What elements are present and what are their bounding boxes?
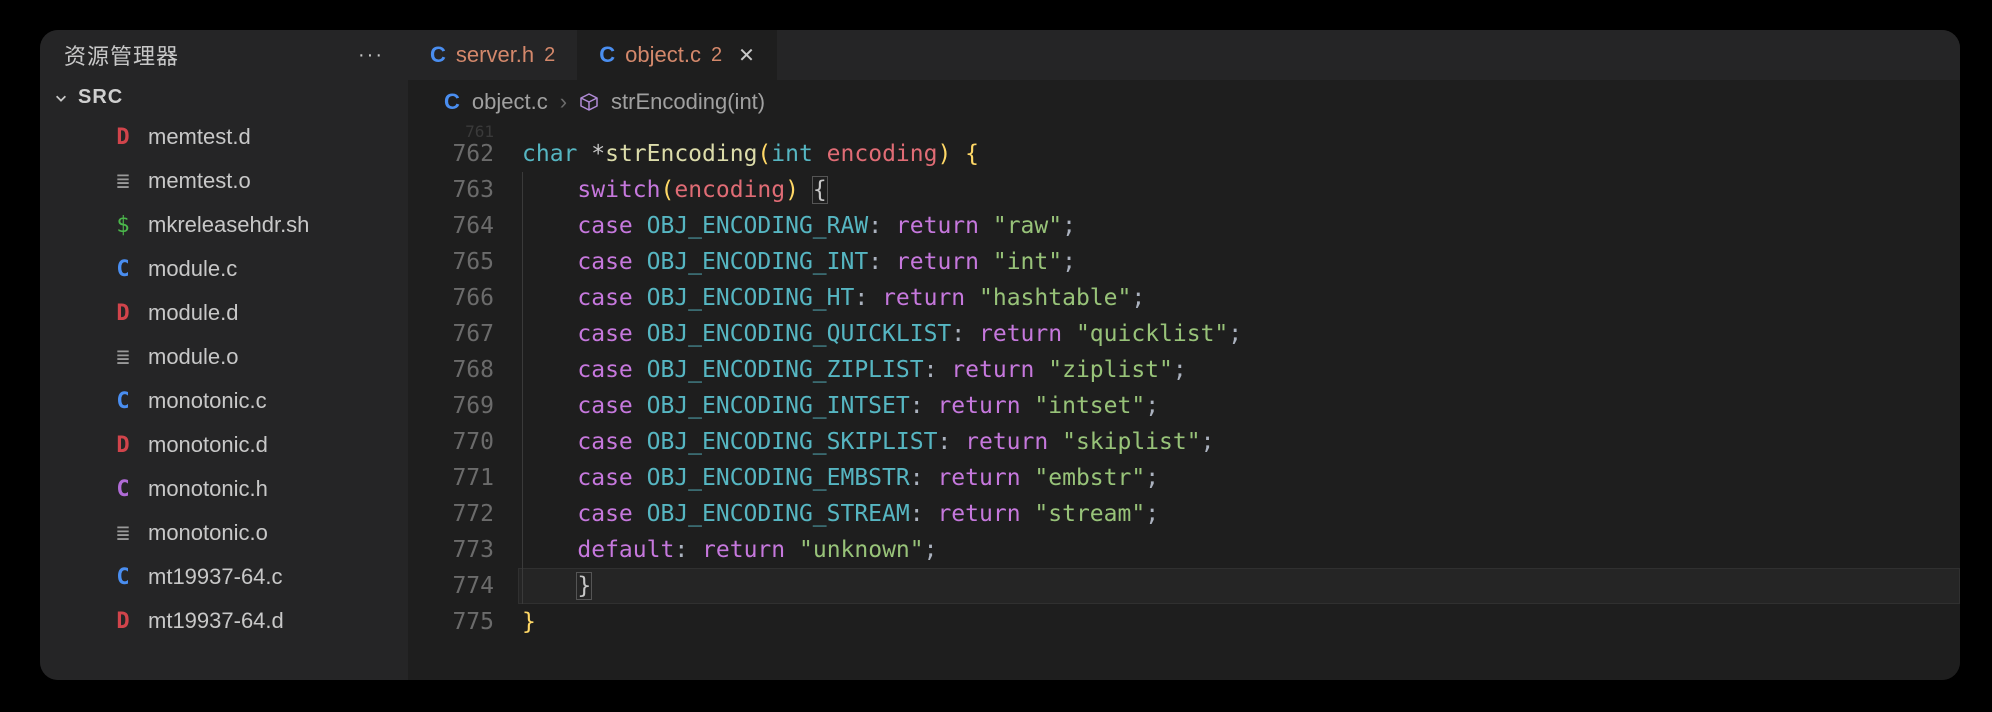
line-number: 763 — [408, 172, 494, 208]
tab-problems-badge: 2 — [544, 44, 555, 67]
line-number: 770 — [408, 424, 494, 460]
editor-tab[interactable]: Cobject.c 2 ✕ — [577, 30, 777, 80]
line-number: 772 — [408, 496, 494, 532]
file-item[interactable]: ≣ memtest.o — [40, 159, 408, 203]
editor-area: Cserver.h 2 Cobject.c 2 ✕ C object.c › strEn… — [408, 30, 1960, 680]
code-content[interactable]: char *strEncoding(int encoding) { switch… — [518, 124, 1960, 680]
file-type-icon: D — [112, 301, 134, 326]
line-number: 771 — [408, 460, 494, 496]
explorer-header: 资源管理器 ··· — [40, 30, 408, 80]
more-icon[interactable]: ··· — [358, 44, 384, 67]
file-name: monotonic.d — [148, 432, 268, 458]
file-item[interactable]: ≣ module.o — [40, 335, 408, 379]
file-name: mt19937-64.c — [148, 564, 283, 590]
code-line[interactable]: case OBJ_ENCODING_QUICKLIST: return "qui… — [518, 316, 1960, 352]
line-number: 768 — [408, 352, 494, 388]
code-line[interactable]: case OBJ_ENCODING_EMBSTR: return "embstr… — [518, 460, 1960, 496]
file-type-icon: D — [112, 609, 134, 634]
code-editor[interactable]: 7617627637647657667677687697707717727737… — [408, 124, 1960, 680]
c-file-icon: C — [444, 89, 460, 115]
line-number: 766 — [408, 280, 494, 316]
code-line[interactable]: } — [518, 604, 1960, 640]
code-line[interactable]: case OBJ_ENCODING_INTSET: return "intset… — [518, 388, 1960, 424]
breadcrumb-symbol: strEncoding(int) — [611, 89, 765, 115]
code-line[interactable]: char *strEncoding(int encoding) { — [518, 136, 1960, 172]
tab-bar: Cserver.h 2 Cobject.c 2 ✕ — [408, 30, 1960, 80]
code-line[interactable]: case OBJ_ENCODING_RAW: return "raw"; — [518, 208, 1960, 244]
line-number-gutter: 7617627637647657667677687697707717727737… — [408, 124, 518, 680]
code-line[interactable]: switch(encoding) { — [518, 172, 1960, 208]
c-file-icon: C — [430, 42, 446, 68]
file-item[interactable]: ≣ monotonic.o — [40, 511, 408, 555]
file-item[interactable]: $ mkreleasehdr.sh — [40, 203, 408, 247]
file-name: memtest.o — [148, 168, 251, 194]
file-item[interactable]: Cmodule.c — [40, 247, 408, 291]
file-item[interactable]: Cmonotonic.h — [40, 467, 408, 511]
file-type-icon: $ — [112, 213, 134, 238]
code-line[interactable]: case OBJ_ENCODING_SKIPLIST: return "skip… — [518, 424, 1960, 460]
folder-name: SRC — [78, 86, 123, 109]
symbol-method-icon — [579, 92, 599, 112]
line-number: 767 — [408, 316, 494, 352]
file-name: monotonic.c — [148, 388, 267, 414]
editor-window: 资源管理器 ··· SRC Dmemtest.d ≣ memtest.o $ mkrel… — [40, 30, 1960, 680]
breadcrumb[interactable]: C object.c › strEncoding(int) — [408, 80, 1960, 124]
sidebar: 资源管理器 ··· SRC Dmemtest.d ≣ memtest.o $ mkrel… — [40, 30, 408, 680]
line-number: 774 — [408, 568, 494, 604]
file-item[interactable]: Cmt19937-64.c — [40, 555, 408, 599]
code-line[interactable]: case OBJ_ENCODING_ZIPLIST: return "zipli… — [518, 352, 1960, 388]
file-type-icon: ≣ — [112, 169, 134, 194]
line-number: 773 — [408, 532, 494, 568]
chevron-right-icon: › — [560, 89, 567, 115]
file-item[interactable]: Dmemtest.d — [40, 115, 408, 159]
file-name: monotonic.o — [148, 520, 268, 546]
code-line[interactable]: case OBJ_ENCODING_INT: return "int"; — [518, 244, 1960, 280]
file-name: memtest.d — [148, 124, 251, 150]
tab-problems-badge: 2 — [711, 44, 722, 67]
close-icon[interactable]: ✕ — [738, 43, 755, 68]
file-name: module.d — [148, 300, 239, 326]
file-item[interactable]: Dmonotonic.d — [40, 423, 408, 467]
file-type-icon: C — [112, 477, 134, 502]
folder-section-header[interactable]: SRC — [40, 80, 408, 115]
file-name: monotonic.h — [148, 476, 268, 502]
line-number: 769 — [408, 388, 494, 424]
tab-filename: server.h — [456, 42, 534, 68]
file-item[interactable]: Cmonotonic.c — [40, 379, 408, 423]
line-number: 765 — [408, 244, 494, 280]
file-name: mt19937-64.d — [148, 608, 284, 634]
explorer-title: 资源管理器 — [64, 39, 179, 71]
code-line[interactable]: case OBJ_ENCODING_HT: return "hashtable"… — [518, 280, 1960, 316]
chevron-down-icon — [54, 91, 68, 105]
file-type-icon: D — [112, 433, 134, 458]
code-line[interactable]: } — [518, 568, 1960, 604]
file-type-icon: ≣ — [112, 345, 134, 370]
file-type-icon: ≣ — [112, 521, 134, 546]
file-type-icon: C — [112, 257, 134, 282]
file-list: Dmemtest.d ≣ memtest.o $ mkreleasehdr.sh Cmod… — [40, 115, 408, 680]
file-type-icon: C — [112, 389, 134, 414]
file-item[interactable]: Dmt19937-64.d — [40, 599, 408, 643]
file-name: mkreleasehdr.sh — [148, 212, 309, 238]
breadcrumb-file: object.c — [472, 89, 548, 115]
tab-filename: object.c — [625, 42, 701, 68]
line-number: 762 — [408, 136, 494, 172]
code-line[interactable]: default: return "unknown"; — [518, 532, 1960, 568]
code-line[interactable]: case OBJ_ENCODING_STREAM: return "stream… — [518, 496, 1960, 532]
file-item[interactable]: Dmodule.d — [40, 291, 408, 335]
line-number: 764 — [408, 208, 494, 244]
c-file-icon: C — [599, 42, 615, 68]
file-type-icon: C — [112, 565, 134, 590]
line-number: 775 — [408, 604, 494, 640]
file-type-icon: D — [112, 125, 134, 150]
file-name: module.o — [148, 344, 239, 370]
editor-tab[interactable]: Cserver.h 2 — [408, 30, 577, 80]
file-name: module.c — [148, 256, 237, 282]
